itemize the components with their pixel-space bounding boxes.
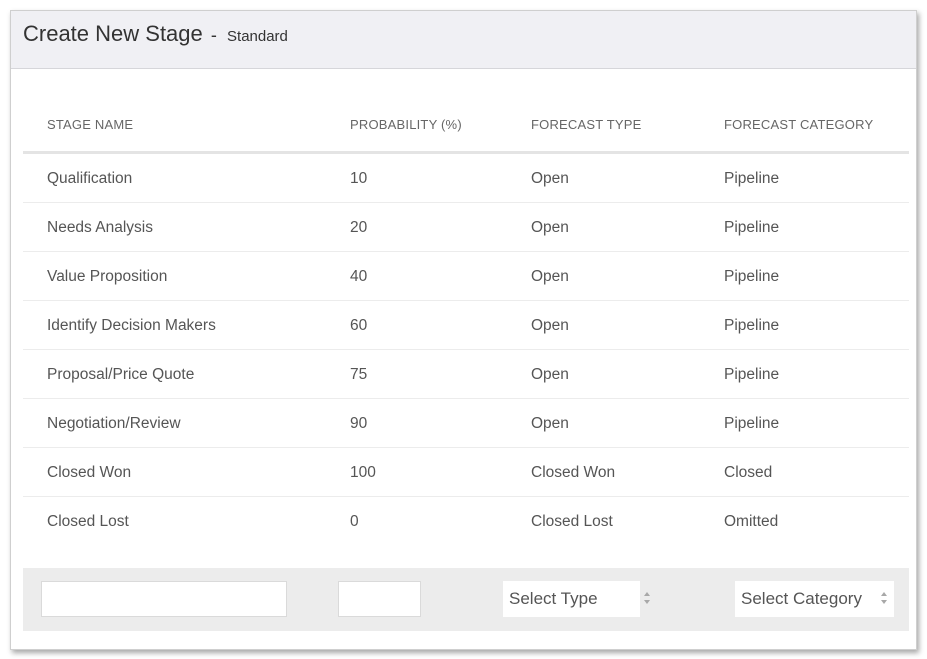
cell-probability: 20 <box>350 219 368 236</box>
cell-probability: 10 <box>350 170 368 187</box>
cell-forecast-type: Open <box>531 170 569 187</box>
up-down-arrows-icon <box>881 581 888 617</box>
cell-forecast-type: Open <box>531 219 569 236</box>
cell-probability: 90 <box>350 415 368 432</box>
cell-stage-name: Closed Lost <box>47 513 129 530</box>
new-stage-form-row: Select Type Select Category <box>23 568 909 631</box>
cell-forecast-type: Closed Lost <box>531 513 613 530</box>
table-row[interactable]: Qualification 10 Open Pipeline <box>23 154 909 203</box>
table-row[interactable]: Closed Won 100 Closed Won Closed <box>23 448 909 497</box>
cell-probability: 60 <box>350 317 368 334</box>
cell-stage-name: Closed Won <box>47 464 132 481</box>
forecast-category-select-label: Select Category <box>741 589 862 608</box>
cell-stage-name: Negotiation/Review <box>47 415 181 432</box>
cell-forecast-type: Open <box>531 415 569 432</box>
table-row[interactable]: Negotiation/Review 90 Open Pipeline <box>23 399 909 448</box>
table-row[interactable]: Proposal/Price Quote 75 Open Pipeline <box>23 350 909 399</box>
table-row[interactable]: Identify Decision Makers 60 Open Pipelin… <box>23 301 909 350</box>
cell-forecast-category: Pipeline <box>724 415 780 432</box>
table-row[interactable]: Closed Lost 0 Closed Lost Omitted <box>23 497 909 546</box>
cell-forecast-category: Pipeline <box>724 366 780 383</box>
stages-table: STAGE NAME PROBABILITY (%) FORECAST TYPE… <box>23 101 909 546</box>
cell-forecast-category: Omitted <box>724 513 779 530</box>
column-header-stage-name: STAGE NAME <box>47 117 134 132</box>
cell-forecast-category: Pipeline <box>724 170 780 187</box>
probability-input[interactable] <box>338 581 421 617</box>
cell-stage-name: Value Proposition <box>47 268 168 285</box>
table-row[interactable]: Needs Analysis 20 Open Pipeline <box>23 203 909 252</box>
cell-probability: 0 <box>350 513 359 530</box>
column-header-forecast-type: FORECAST TYPE <box>531 117 642 132</box>
title-subtitle: Standard <box>227 28 288 45</box>
page-title: Create New Stage - Standard <box>23 21 288 47</box>
cell-forecast-category: Pipeline <box>724 219 780 236</box>
stage-name-input[interactable] <box>41 581 287 617</box>
create-stage-panel: Create New Stage - Standard STAGE NAME P… <box>10 10 917 650</box>
title-text: Create New Stage <box>23 21 203 46</box>
cell-stage-name: Proposal/Price Quote <box>47 366 195 383</box>
forecast-type-select[interactable]: Select Type <box>503 581 640 617</box>
cell-probability: 40 <box>350 268 368 285</box>
cell-forecast-category: Pipeline <box>724 317 780 334</box>
cell-probability: 100 <box>350 464 376 481</box>
cell-forecast-type: Open <box>531 268 569 285</box>
up-down-arrows-icon[interactable] <box>644 581 651 617</box>
table-row[interactable]: Value Proposition 40 Open Pipeline <box>23 252 909 301</box>
forecast-category-select[interactable]: Select Category <box>735 581 894 617</box>
cell-forecast-type: Open <box>531 366 569 383</box>
cell-stage-name: Qualification <box>47 170 133 187</box>
panel-header: Create New Stage - Standard <box>11 11 916 69</box>
cell-forecast-type: Open <box>531 317 569 334</box>
table-header-row: STAGE NAME PROBABILITY (%) FORECAST TYPE… <box>23 101 909 154</box>
cell-stage-name: Identify Decision Makers <box>47 317 216 334</box>
cell-forecast-type: Closed Won <box>531 464 616 481</box>
cell-forecast-category: Pipeline <box>724 268 780 285</box>
cell-forecast-category: Closed <box>724 464 773 481</box>
cell-probability: 75 <box>350 366 368 383</box>
column-header-forecast-category: FORECAST CATEGORY <box>724 117 874 132</box>
column-header-probability: PROBABILITY (%) <box>350 117 462 132</box>
title-separator: - <box>210 25 217 45</box>
cell-stage-name: Needs Analysis <box>47 219 153 236</box>
forecast-type-select-label: Select Type <box>509 589 598 608</box>
